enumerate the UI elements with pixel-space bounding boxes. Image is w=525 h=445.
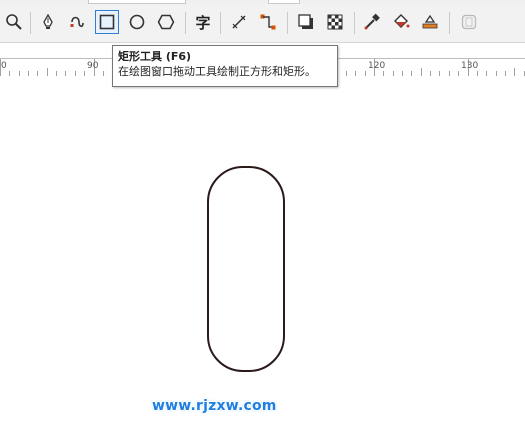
bspline-tool[interactable] [66, 11, 88, 33]
connector-tool[interactable] [257, 11, 279, 33]
tooltip-description: 在绘图窗口拖动工具绘制正方形和矩形。 [118, 65, 316, 78]
curve-icon [70, 16, 84, 28]
tooltip: 矩形工具 (F6) 在绘图窗口拖动工具绘制正方形和矩形。 [112, 45, 338, 87]
rectangle-icon [99, 14, 115, 30]
toolbar-separator [287, 12, 288, 34]
polygon-tool[interactable] [155, 11, 177, 33]
disabled-tool [458, 11, 480, 33]
ellipse-tool[interactable] [126, 11, 148, 33]
connector-icon [260, 14, 276, 30]
drop-shadow-icon [298, 14, 313, 29]
toolbar-separator [185, 12, 186, 34]
watermark-logo: www.rjzxw.com [152, 398, 277, 414]
smart-fill-tool[interactable] [419, 11, 441, 33]
interactive-fill-tool[interactable] [390, 11, 412, 33]
toolbar-separator [220, 12, 221, 34]
toolbox: 字 [0, 4, 525, 43]
text-zi-icon: 字 [195, 13, 211, 32]
tooltip-title: 矩形工具 (F6) [118, 50, 192, 63]
checker-icon [327, 14, 343, 30]
zoom-tool[interactable] [3, 11, 25, 33]
ellipse-icon [129, 14, 145, 30]
eyedropper-icon [364, 13, 380, 30]
dimension-icon [232, 15, 246, 29]
eyedropper-tool[interactable] [361, 11, 383, 33]
parallel-dimension-tool[interactable] [228, 11, 250, 33]
drop-shadow-tool[interactable] [295, 11, 317, 33]
toolbar-separator [354, 12, 355, 34]
fill-bucket-icon [394, 14, 410, 28]
disabled-square-icon [461, 14, 477, 30]
pen-nib-icon [43, 13, 53, 29]
rounded-rectangle-shape[interactable] [207, 166, 285, 372]
ruler-label: 130 [461, 61, 479, 71]
toolbar-separator [449, 12, 450, 34]
hexagon-icon [157, 14, 175, 30]
magnifier-icon [6, 14, 22, 30]
smart-fill-icon [422, 14, 438, 29]
ruler-label: 120 [368, 61, 386, 71]
ruler-label: 90 [87, 61, 99, 71]
drawing-canvas[interactable] [0, 76, 525, 445]
toolbar-separator [30, 12, 31, 34]
pen-tool[interactable] [37, 11, 59, 33]
transparency-tool[interactable] [324, 11, 346, 33]
ruler-label: 0 [1, 61, 7, 71]
rectangle-tool[interactable] [95, 10, 119, 34]
text-tool[interactable]: 字 [192, 11, 214, 33]
